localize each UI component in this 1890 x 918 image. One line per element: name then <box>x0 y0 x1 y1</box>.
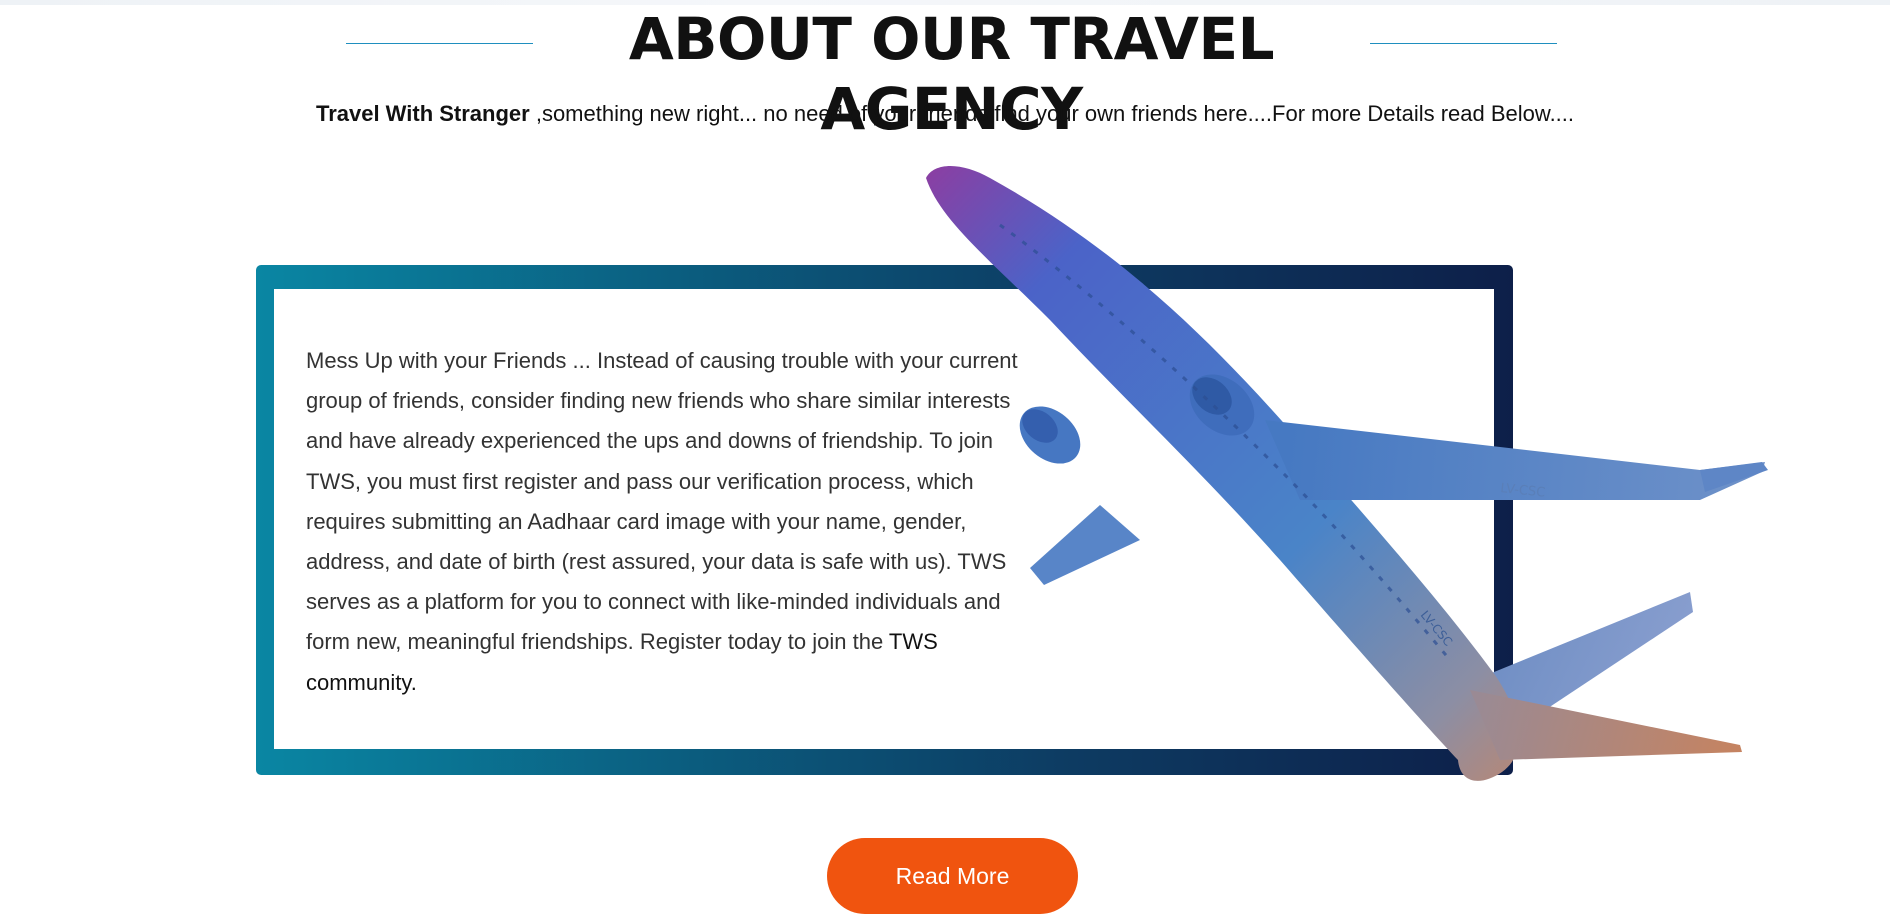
intro-text: ,something new right... no need of your … <box>529 101 1575 126</box>
about-body: Mess Up with your Friends ... Instead of… <box>306 348 1018 655</box>
brand-name: Travel With Stranger <box>315 101 530 126</box>
read-more-button[interactable]: Read More <box>827 838 1078 914</box>
heading-divider-right <box>1370 43 1557 44</box>
heading-divider-left <box>346 43 533 44</box>
about-paragraph: Mess Up with your Friends ... Instead of… <box>306 341 1026 703</box>
section-header: ABOUT OUR TRAVEL AGENCY <box>0 4 1890 143</box>
intro-subtitle: Travel With Stranger ,something new righ… <box>0 99 1890 129</box>
